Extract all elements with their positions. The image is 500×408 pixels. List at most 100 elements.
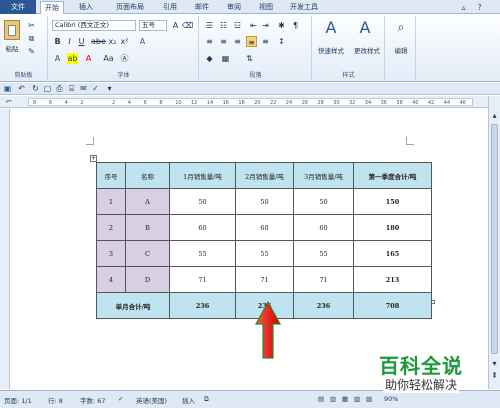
scroll-thumb[interactable] <box>491 124 498 354</box>
paste-button[interactable] <box>4 20 20 40</box>
proofing-icon[interactable]: ✓ <box>118 395 123 403</box>
header-cell[interactable]: 3月销售量/吨 <box>293 162 354 189</box>
footer-cell[interactable]: 708 <box>353 292 432 319</box>
borders-icon[interactable]: ▦ <box>220 53 231 64</box>
strikethrough-icon[interactable]: abe <box>91 36 106 47</box>
footer-cell[interactable]: 236 <box>169 292 236 319</box>
print-layout-icon[interactable]: ▤ <box>318 395 324 403</box>
table-cell[interactable]: 50 <box>293 188 354 215</box>
header-cell[interactable]: 1月销售量/吨 <box>169 162 236 189</box>
sort-icon[interactable]: ⇅ <box>244 53 255 64</box>
line-number[interactable]: 行: 8 <box>48 395 63 405</box>
minimize-ribbon-icon[interactable]: ▵ <box>458 2 469 13</box>
table-move-handle[interactable]: + <box>90 155 97 162</box>
show-marks-icon[interactable]: ¶ <box>290 20 301 31</box>
align-center-icon[interactable]: ≡ <box>218 36 229 47</box>
outline-icon[interactable]: ▧ <box>354 395 360 403</box>
table-cell[interactable]: D <box>125 266 170 293</box>
table-cell[interactable]: B <box>125 214 170 241</box>
footer-cell[interactable]: 单月合计/吨 <box>96 292 170 319</box>
header-cell[interactable]: 名称 <box>125 162 170 189</box>
bold-icon[interactable]: B <box>52 36 63 47</box>
new-doc-icon[interactable]: ▢ <box>42 83 53 94</box>
header-cell[interactable]: 序号 <box>96 162 126 189</box>
font-name-select[interactable]: Calibri (西文正文) <box>52 20 136 31</box>
tab-selector-icon[interactable]: ⌐ <box>4 96 14 107</box>
vertical-ruler[interactable] <box>0 109 10 389</box>
print-preview-icon[interactable]: ⎙ <box>54 83 65 94</box>
zoom-level[interactable]: 90% <box>384 395 398 403</box>
table-cell[interactable]: 71 <box>293 266 354 293</box>
table-cell[interactable]: 60 <box>169 214 236 241</box>
decrease-indent-icon[interactable]: ⇤ <box>248 20 259 31</box>
shading-icon[interactable]: ◆ <box>204 53 215 64</box>
open-icon[interactable]: ⌸ <box>66 83 77 94</box>
italic-icon[interactable]: I <box>64 36 75 47</box>
tab-view[interactable]: 视图 <box>254 0 278 14</box>
tab-file[interactable]: 文件 <box>0 0 36 14</box>
format-painter-icon[interactable]: ✎ <box>26 46 37 57</box>
underline-icon[interactable]: U <box>76 36 87 47</box>
table-cell[interactable]: 50 <box>235 188 294 215</box>
multilevel-list-icon[interactable]: ☳ <box>232 20 243 31</box>
help-icon[interactable]: ? <box>474 2 485 13</box>
subscript-icon[interactable]: x₂ <box>107 36 118 47</box>
chinese-layout-icon[interactable]: ✱ <box>276 20 287 31</box>
align-left-icon[interactable]: ≡ <box>204 36 215 47</box>
table-cell[interactable]: 71 <box>169 266 236 293</box>
customize-qat-icon[interactable]: ▾ <box>104 83 115 94</box>
insert-mode[interactable]: 插入 <box>182 395 195 405</box>
table-cell[interactable]: 1 <box>96 188 126 215</box>
cut-icon[interactable]: ✂ <box>26 20 37 31</box>
font-size-select[interactable]: 五号 <box>139 20 167 31</box>
table-cell[interactable]: A <box>125 188 170 215</box>
redo-icon[interactable]: ↻ <box>30 83 41 94</box>
table-cell[interactable]: 55 <box>169 240 236 267</box>
macro-icon[interactable]: ⧉ <box>204 395 209 404</box>
web-layout-icon[interactable]: ▦ <box>342 395 348 403</box>
spelling-icon[interactable]: ✓ <box>90 83 101 94</box>
copy-icon[interactable]: ⧉ <box>26 33 37 44</box>
text-effect-icon[interactable]: A <box>137 36 148 47</box>
email-icon[interactable]: ✉ <box>78 83 89 94</box>
table-cell[interactable]: 2 <box>96 214 126 241</box>
editing-label[interactable]: 编辑 <box>386 45 416 55</box>
footer-cell[interactable]: 236 <box>293 292 354 319</box>
scroll-up-icon[interactable]: ▴ <box>489 110 500 121</box>
justify-icon[interactable]: ≡ <box>246 36 257 47</box>
superscript-icon[interactable]: x² <box>119 36 130 47</box>
table-cell[interactable]: 4 <box>96 266 126 293</box>
clear-format-icon[interactable]: ⌫ <box>182 20 193 31</box>
char-shading-icon[interactable]: Aa <box>103 53 114 64</box>
tab-insert[interactable]: 插入 <box>74 0 98 14</box>
header-cell[interactable]: 2月销售量/吨 <box>235 162 294 189</box>
grow-font-icon[interactable]: A <box>170 20 181 31</box>
table-cell[interactable]: 213 <box>353 266 432 293</box>
table-cell[interactable]: 150 <box>353 188 432 215</box>
language-indicator[interactable]: 英语(美国) <box>136 395 167 405</box>
word-count[interactable]: 字数: 67 <box>80 395 106 405</box>
tab-page-layout[interactable]: 页面布局 <box>110 0 150 14</box>
tab-references[interactable]: 引用 <box>158 0 182 14</box>
change-styles-icon[interactable]: A <box>355 20 375 42</box>
table-cell[interactable]: C <box>125 240 170 267</box>
header-cell[interactable]: 第一季度合计/吨 <box>353 162 432 189</box>
tab-review[interactable]: 审阅 <box>222 0 246 14</box>
tab-developer[interactable]: 开发工具 <box>286 0 322 14</box>
bullets-icon[interactable]: ☰ <box>204 20 215 31</box>
table-cell[interactable]: 71 <box>235 266 294 293</box>
numbering-icon[interactable]: ☷ <box>218 20 229 31</box>
draft-icon[interactable]: ▨ <box>366 395 372 403</box>
table-cell[interactable]: 60 <box>293 214 354 241</box>
undo-icon[interactable]: ↶ <box>16 83 27 94</box>
find-icon[interactable]: ⌕ <box>394 21 408 40</box>
save-icon[interactable]: ▣ <box>2 83 13 94</box>
enclose-char-icon[interactable]: Ⓐ <box>119 53 130 64</box>
table-cell[interactable]: 3 <box>96 240 126 267</box>
highlight-icon[interactable]: ab <box>67 53 78 64</box>
ruler-strip[interactable]: 8 6 4 2 2 4 6 8 10 12 14 16 18 20 22 24 26 28 30 32 34 36 38 40… <box>28 98 473 106</box>
tab-home[interactable]: 开始 <box>40 1 64 15</box>
table-cell[interactable]: 60 <box>235 214 294 241</box>
table-cell[interactable]: 55 <box>293 240 354 267</box>
table-cell[interactable]: 180 <box>353 214 432 241</box>
